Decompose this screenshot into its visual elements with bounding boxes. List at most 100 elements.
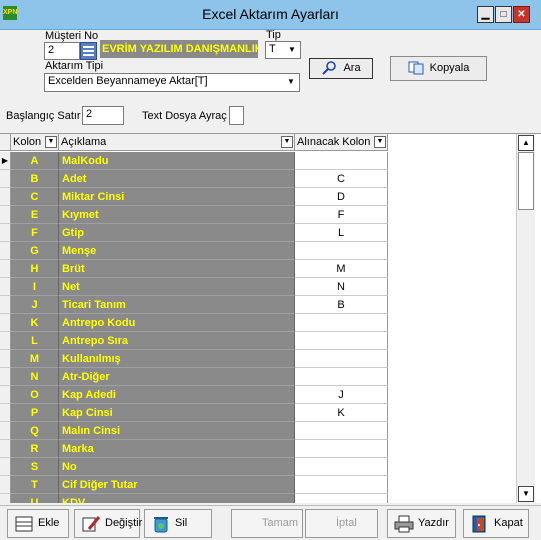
- close-button[interactable]: ✕: [513, 6, 530, 23]
- cell-alinacak[interactable]: L: [295, 224, 388, 242]
- cell-kolon[interactable]: U: [11, 494, 59, 503]
- table-row[interactable]: L Antrepo Sıra: [0, 332, 516, 350]
- cell-aciklama[interactable]: Ticari Tanım: [59, 296, 295, 314]
- cell-alinacak[interactable]: B: [295, 296, 388, 314]
- table-row[interactable]: S No: [0, 458, 516, 476]
- cell-aciklama[interactable]: Kap Adedi: [59, 386, 295, 404]
- cell-alinacak[interactable]: [295, 494, 388, 503]
- cell-alinacak[interactable]: [295, 152, 388, 170]
- cell-alinacak[interactable]: [295, 332, 388, 350]
- cell-aciklama[interactable]: Malın Cinsi: [59, 422, 295, 440]
- cell-kolon[interactable]: C: [11, 188, 59, 206]
- row-indicator[interactable]: [0, 404, 11, 422]
- cell-kolon[interactable]: R: [11, 440, 59, 458]
- cell-kolon[interactable]: F: [11, 224, 59, 242]
- cell-alinacak[interactable]: J: [295, 386, 388, 404]
- header-alinacak[interactable]: Alınacak Kolon ▼: [295, 134, 388, 151]
- cell-aciklama[interactable]: Marka: [59, 440, 295, 458]
- row-indicator[interactable]: [0, 386, 11, 404]
- scroll-up-icon[interactable]: ▲: [518, 135, 534, 151]
- yazdir-button[interactable]: Yazdır: [387, 509, 456, 538]
- cell-aciklama[interactable]: Kıymet: [59, 206, 295, 224]
- kapat-button[interactable]: Kapat: [463, 509, 529, 538]
- row-indicator[interactable]: [0, 350, 11, 368]
- table-row[interactable]: B Adet C: [0, 170, 516, 188]
- row-indicator[interactable]: [0, 368, 11, 386]
- row-indicator[interactable]: [0, 476, 11, 494]
- cell-alinacak[interactable]: M: [295, 260, 388, 278]
- cell-kolon[interactable]: H: [11, 260, 59, 278]
- table-row[interactable]: T Cif Diğer Tutar: [0, 476, 516, 494]
- musteri-lookup-button[interactable]: [80, 42, 97, 60]
- cell-kolon[interactable]: J: [11, 296, 59, 314]
- cell-kolon[interactable]: S: [11, 458, 59, 476]
- table-row[interactable]: U KDV: [0, 494, 516, 503]
- table-row[interactable]: M Kullanılmış: [0, 350, 516, 368]
- table-row[interactable]: O Kap Adedi J: [0, 386, 516, 404]
- scroll-down-icon[interactable]: ▼: [518, 486, 534, 502]
- row-indicator[interactable]: [0, 332, 11, 350]
- cell-aciklama[interactable]: Antrepo Sıra: [59, 332, 295, 350]
- table-row[interactable]: C Miktar Cinsi D: [0, 188, 516, 206]
- cell-aciklama[interactable]: Miktar Cinsi: [59, 188, 295, 206]
- scrollbar-thumb[interactable]: [518, 152, 534, 210]
- cell-aciklama[interactable]: Adet: [59, 170, 295, 188]
- vertical-scrollbar[interactable]: ▲ ▼: [516, 134, 535, 503]
- cell-alinacak[interactable]: [295, 368, 388, 386]
- row-indicator[interactable]: [0, 224, 11, 242]
- row-indicator[interactable]: [0, 440, 11, 458]
- table-row[interactable]: K Antrepo Kodu: [0, 314, 516, 332]
- table-row[interactable]: E Kıymet F: [0, 206, 516, 224]
- tip-select[interactable]: T ▼: [265, 41, 301, 59]
- cell-aciklama[interactable]: Kap Cinsi: [59, 404, 295, 422]
- table-row[interactable]: ▶ A MalKodu: [0, 152, 516, 170]
- cell-kolon[interactable]: T: [11, 476, 59, 494]
- chevron-down-icon[interactable]: ▼: [45, 136, 57, 148]
- table-row[interactable]: G Menşe: [0, 242, 516, 260]
- cell-aciklama[interactable]: Atr-Diğer: [59, 368, 295, 386]
- header-aciklama[interactable]: Açıklama ▼: [59, 134, 295, 151]
- musteri-field[interactable]: 2: [44, 42, 80, 60]
- row-indicator[interactable]: [0, 206, 11, 224]
- kopyala-button[interactable]: Kopyala: [390, 56, 487, 81]
- cell-alinacak[interactable]: [295, 476, 388, 494]
- cell-kolon[interactable]: E: [11, 206, 59, 224]
- ekle-button[interactable]: Ekle: [7, 509, 69, 538]
- maximize-button[interactable]: □: [495, 6, 512, 23]
- cell-alinacak[interactable]: [295, 458, 388, 476]
- row-indicator[interactable]: [0, 170, 11, 188]
- tamam-button[interactable]: Tamam: [231, 509, 303, 538]
- iptal-button[interactable]: İptal: [305, 509, 378, 538]
- chevron-down-icon[interactable]: ▼: [374, 136, 386, 148]
- cell-aciklama[interactable]: MalKodu: [59, 152, 295, 170]
- table-row[interactable]: R Marka: [0, 440, 516, 458]
- cell-aciklama[interactable]: Brüt: [59, 260, 295, 278]
- cell-kolon[interactable]: A: [11, 152, 59, 170]
- table-row[interactable]: N Atr-Diğer: [0, 368, 516, 386]
- row-indicator[interactable]: [0, 188, 11, 206]
- cell-alinacak[interactable]: [295, 314, 388, 332]
- table-row[interactable]: H Brüt M: [0, 260, 516, 278]
- row-indicator[interactable]: [0, 422, 11, 440]
- row-indicator[interactable]: [0, 278, 11, 296]
- cell-aciklama[interactable]: Antrepo Kodu: [59, 314, 295, 332]
- cell-aciklama[interactable]: Net: [59, 278, 295, 296]
- baslangic-field[interactable]: 2: [82, 106, 124, 125]
- cell-aciklama[interactable]: Kullanılmış: [59, 350, 295, 368]
- header-kolon[interactable]: Kolon ▼: [11, 134, 59, 151]
- row-indicator[interactable]: [0, 260, 11, 278]
- row-indicator[interactable]: [0, 242, 11, 260]
- degistir-button[interactable]: Değiştir: [74, 509, 142, 538]
- cell-alinacak[interactable]: K: [295, 404, 388, 422]
- row-indicator[interactable]: [0, 296, 11, 314]
- cell-aciklama[interactable]: KDV: [59, 494, 295, 503]
- cell-alinacak[interactable]: [295, 350, 388, 368]
- aktarim-select[interactable]: Excelden Beyannameye Aktar[T] ▼: [44, 73, 300, 92]
- cell-alinacak[interactable]: [295, 422, 388, 440]
- table-row[interactable]: J Ticari Tanım B: [0, 296, 516, 314]
- cell-alinacak[interactable]: C: [295, 170, 388, 188]
- sil-button[interactable]: Sil: [144, 509, 212, 538]
- minimize-button[interactable]: ▁: [477, 6, 494, 23]
- cell-alinacak[interactable]: D: [295, 188, 388, 206]
- table-row[interactable]: Q Malın Cinsi: [0, 422, 516, 440]
